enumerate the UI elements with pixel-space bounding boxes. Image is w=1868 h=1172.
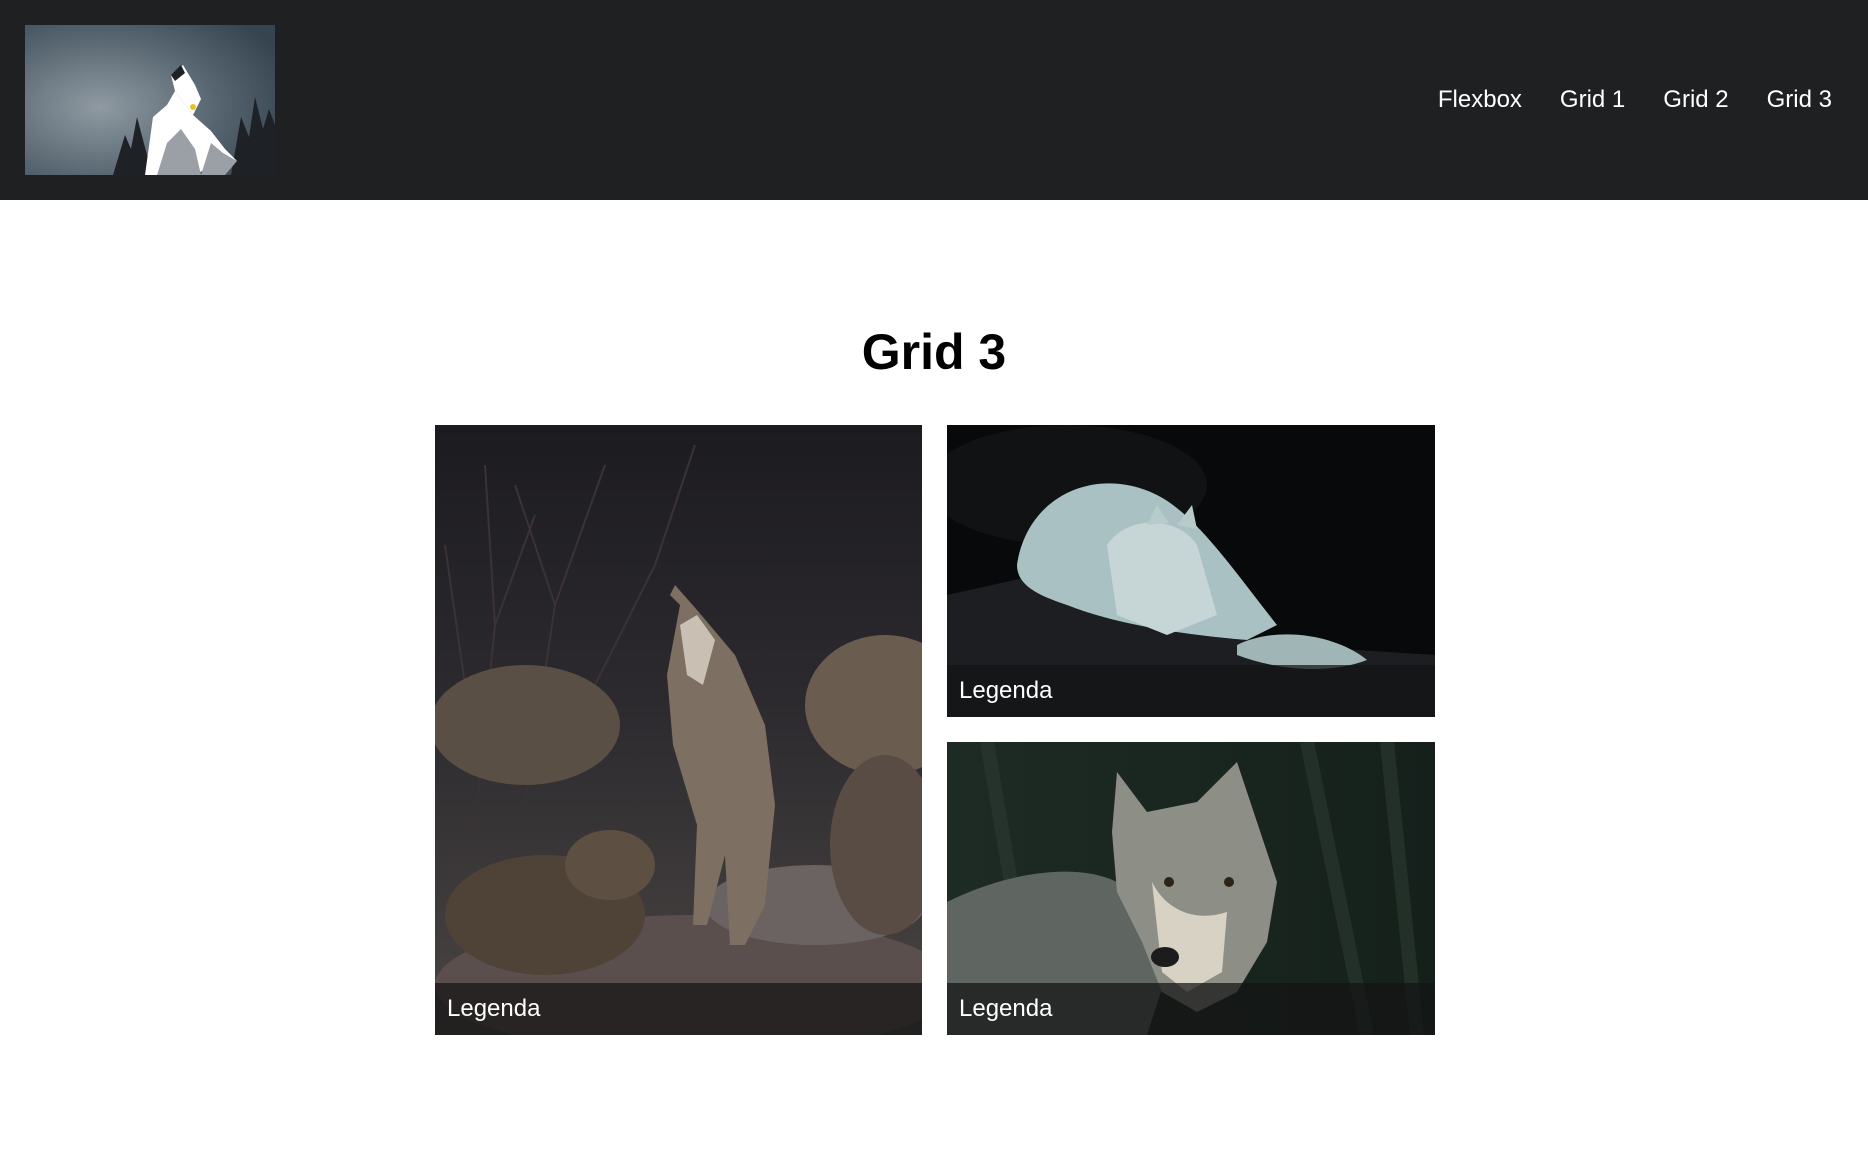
card-caption: Legenda [947, 665, 1435, 717]
nav-link-grid-1[interactable]: Grid 1 [1560, 86, 1625, 114]
nav-link-grid-3[interactable]: Grid 3 [1767, 86, 1832, 114]
gallery-card[interactable]: Legenda [947, 425, 1435, 717]
gallery-card[interactable]: Legenda [435, 425, 922, 1035]
site-header: Flexbox Grid 1 Grid 2 Grid 3 [0, 0, 1868, 200]
page-title: Grid 3 [861, 324, 1007, 380]
card-caption: Legenda [947, 983, 1435, 1035]
gallery-card[interactable]: Legenda [947, 742, 1435, 1035]
nav-link-flexbox[interactable]: Flexbox [1438, 86, 1522, 114]
nav-link-grid-2[interactable]: Grid 2 [1663, 86, 1728, 114]
main-nav: Flexbox Grid 1 Grid 2 Grid 3 [1400, 0, 1832, 200]
card-caption: Legenda [435, 983, 922, 1035]
wolf-logo-icon[interactable] [25, 25, 275, 175]
wolf-pack-image [435, 425, 922, 1035]
